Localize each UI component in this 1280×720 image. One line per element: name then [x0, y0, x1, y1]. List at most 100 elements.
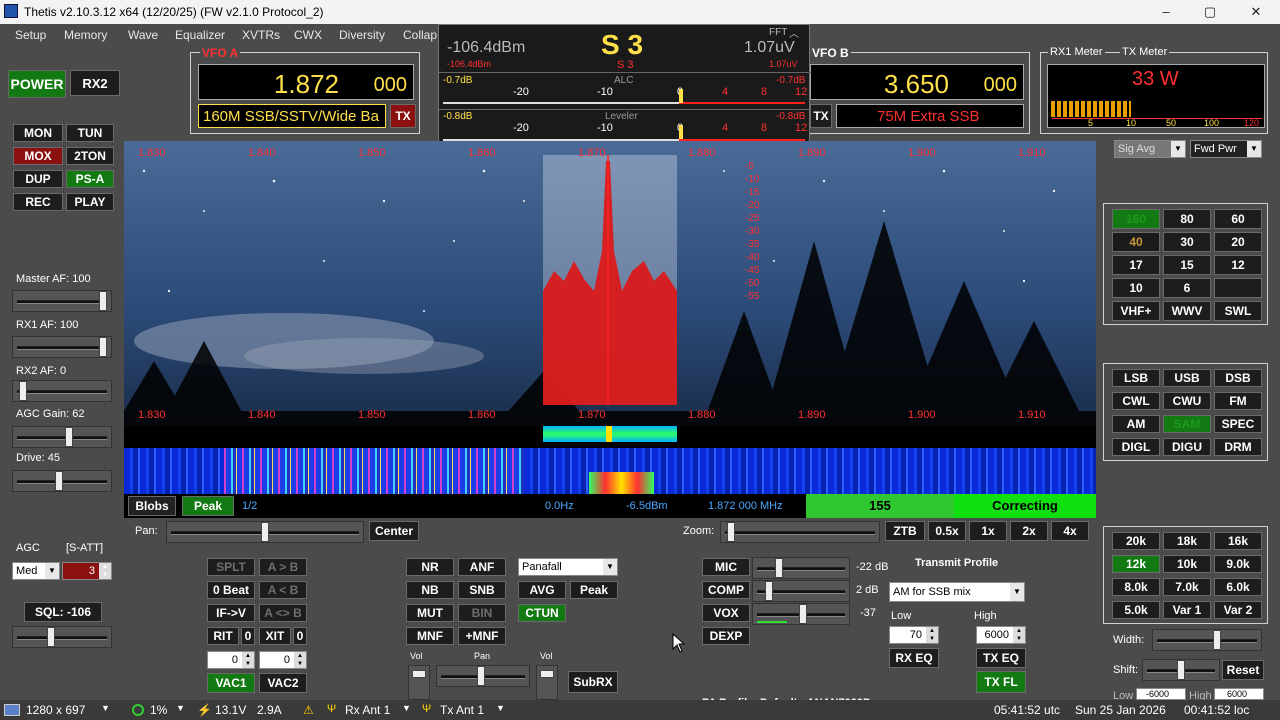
zero-beat-button[interactable]: 0 Beat — [207, 581, 255, 599]
tx-meter-select[interactable]: Fwd Pwr ▼ — [1190, 140, 1262, 158]
split-button[interactable]: SPLT — [207, 558, 255, 576]
b-to-a-button[interactable]: A < B — [259, 581, 307, 599]
filter-16k[interactable]: 16k — [1214, 532, 1262, 550]
band-wwv[interactable]: WWV — [1163, 301, 1211, 321]
nb-button[interactable]: NB — [406, 581, 454, 599]
bin-button[interactable]: BIN — [458, 604, 506, 622]
play-button[interactable]: PLAY — [66, 193, 114, 211]
zoom-2x-button[interactable]: 2x — [1010, 521, 1048, 541]
band-20[interactable]: 20 — [1214, 232, 1262, 252]
filter-8k[interactable]: 8.0k — [1112, 578, 1160, 596]
mode-cwl[interactable]: CWL — [1112, 392, 1160, 410]
chevron-up-icon[interactable]: ︿ — [789, 25, 799, 40]
agc-gain-slider[interactable] — [12, 426, 112, 448]
rx-pan-slider[interactable] — [436, 665, 530, 687]
mic-button[interactable]: MIC — [702, 558, 750, 576]
rx2-af-slider[interactable] — [12, 380, 112, 402]
filter-high-stepper[interactable]: 6000 — [1214, 688, 1264, 700]
menu-diversity[interactable]: Diversity — [339, 28, 385, 42]
vox-slider[interactable] — [752, 603, 850, 625]
filter-12k[interactable]: 12k — [1112, 555, 1160, 573]
rx2-button[interactable]: RX2 — [70, 70, 120, 96]
chevron-down-icon[interactable]: ▼ — [176, 703, 185, 713]
mode-drm[interactable]: DRM — [1214, 438, 1262, 456]
filter-10k[interactable]: 10k — [1163, 555, 1211, 573]
band-swl[interactable]: SWL — [1214, 301, 1262, 321]
close-button[interactable]: ✕ — [1234, 2, 1278, 22]
pan-slider[interactable] — [166, 521, 364, 543]
menu-equalizer[interactable]: Equalizer — [175, 28, 225, 42]
mode-sam[interactable]: SAM — [1163, 415, 1211, 433]
mode-digu[interactable]: DIGU — [1163, 438, 1211, 456]
display-peak-button[interactable]: Peak — [570, 581, 618, 599]
sql-slider[interactable] — [12, 626, 112, 648]
power-button[interactable]: POWER — [8, 70, 66, 98]
mute-button[interactable]: MUT — [406, 604, 454, 622]
filter-7k[interactable]: 7.0k — [1163, 578, 1211, 596]
2ton-button[interactable]: 2TON — [66, 147, 114, 165]
band-10[interactable]: 10 — [1112, 278, 1160, 298]
mode-dsb[interactable]: DSB — [1214, 369, 1262, 387]
swap-ab-button[interactable]: A <> B — [259, 604, 307, 622]
chevron-down-icon[interactable]: ▼ — [101, 703, 110, 713]
mode-digl[interactable]: DIGL — [1112, 438, 1160, 456]
band-80[interactable]: 80 — [1163, 209, 1211, 229]
rit-button[interactable]: RIT — [207, 627, 239, 645]
rx-vol-slider[interactable] — [408, 665, 430, 700]
filter-var2[interactable]: Var 2 — [1214, 601, 1262, 619]
ctun-button[interactable]: CTUN — [518, 604, 566, 622]
panadapter[interactable]: 1.830 1.840 1.850 1.860 1.870 1.880 1.89… — [124, 141, 1096, 426]
peak-button[interactable]: Peak — [182, 496, 234, 516]
mox-button[interactable]: MOX — [13, 147, 63, 165]
zoom-0-5x-button[interactable]: 0.5x — [928, 521, 966, 541]
filter-5k[interactable]: 5.0k — [1112, 601, 1160, 619]
xit-zero-button[interactable]: 0 — [293, 627, 307, 645]
menu-cwx[interactable]: CWX — [294, 28, 322, 42]
minimize-button[interactable]: – — [1144, 2, 1188, 22]
resolution[interactable]: 1280 x 697 — [26, 703, 85, 717]
mnf-button[interactable]: MNF — [406, 627, 454, 645]
band-12[interactable]: 12 — [1214, 255, 1262, 275]
band-15[interactable]: 15 — [1163, 255, 1211, 275]
tx-eq-button[interactable]: TX EQ — [976, 648, 1026, 668]
vac1-button[interactable]: VAC1 — [207, 673, 255, 693]
if-to-v-button[interactable]: IF->V — [207, 604, 255, 622]
subrx-vol-slider[interactable] — [536, 665, 558, 700]
add-mnf-button[interactable]: +MNF — [458, 627, 506, 645]
zoom-slider[interactable] — [720, 521, 880, 543]
comp-slider[interactable] — [752, 580, 850, 602]
rec-button[interactable]: REC — [13, 193, 63, 211]
chevron-down-icon[interactable]: ▼ — [496, 703, 505, 713]
band-vhf[interactable]: VHF+ — [1112, 301, 1160, 321]
mode-fm[interactable]: FM — [1214, 392, 1262, 410]
mic-slider[interactable] — [752, 557, 850, 579]
band-6[interactable]: 6 — [1163, 278, 1211, 298]
filter-low-stepper[interactable]: -6000 — [1136, 688, 1186, 700]
band-40[interactable]: 40 — [1112, 232, 1160, 252]
satt-stepper[interactable]: 3 ▲ ▼ — [62, 562, 112, 580]
vox-button[interactable]: VOX — [702, 604, 750, 622]
dup-button[interactable]: DUP — [13, 170, 63, 188]
anf-button[interactable]: ANF — [458, 558, 506, 576]
menu-collapse[interactable]: Collap — [403, 28, 437, 42]
agc-mode-select[interactable]: Med ▼ — [12, 562, 60, 580]
tx-high-stepper[interactable]: 6000 ▲ ▼ — [976, 626, 1026, 644]
vfo-a-tx-button[interactable]: TX — [390, 104, 416, 128]
rx-antenna[interactable]: Rx Ant 1 — [345, 703, 390, 717]
rx1-meter-label[interactable]: RX1 Meter — [1048, 46, 1105, 58]
band-60[interactable]: 60 — [1214, 209, 1262, 229]
waterfall[interactable] — [124, 426, 1096, 494]
chevron-down-icon[interactable]: ▼ — [402, 703, 411, 713]
avg-button[interactable]: AVG — [518, 581, 566, 599]
filter-width-slider[interactable] — [1152, 629, 1262, 651]
zoom-4x-button[interactable]: 4x — [1051, 521, 1089, 541]
tx-low-stepper[interactable]: 70 ▲ ▼ — [889, 626, 939, 644]
rit-zero-button[interactable]: 0 — [241, 627, 255, 645]
menu-wave[interactable]: Wave — [128, 28, 158, 42]
blobs-button[interactable]: Blobs — [128, 496, 176, 516]
master-af-slider[interactable] — [12, 290, 112, 312]
menu-memory[interactable]: Memory — [64, 28, 107, 42]
sql-button[interactable]: SQL: -106 — [24, 602, 102, 622]
transmit-profile-select[interactable]: AM for SSB mix ▼ — [889, 582, 1025, 602]
ps-a-button[interactable]: PS-A — [66, 170, 114, 188]
